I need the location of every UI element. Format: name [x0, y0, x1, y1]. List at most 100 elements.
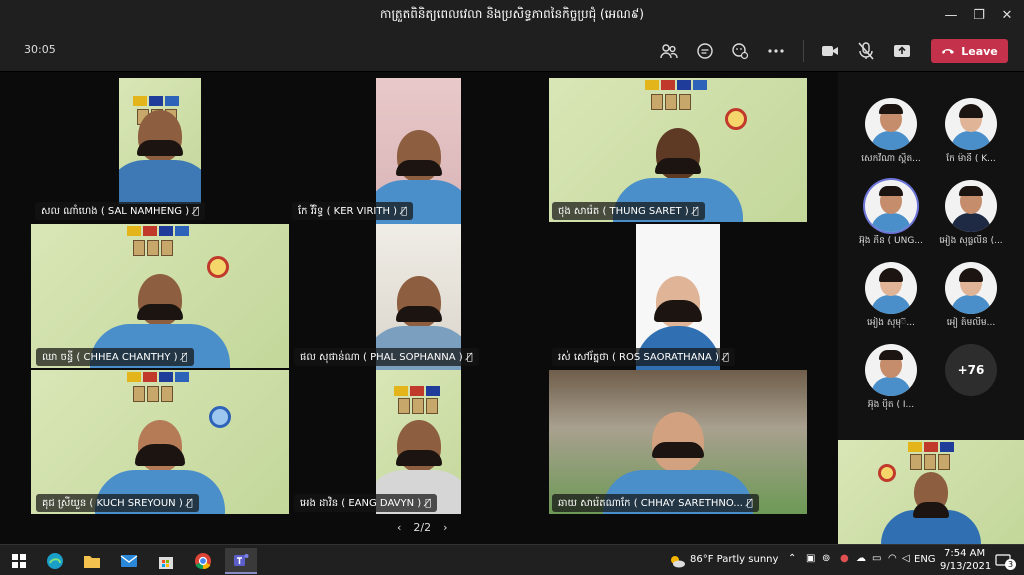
clock-date[interactable]: 9/13/2021 — [940, 561, 991, 572]
window-titlebar: កាត្រួតពិនិត្យពេលវេលា និងប្រសិទ្ធភាពនៃកិ… — [0, 0, 1024, 30]
flags-backdrop — [127, 372, 189, 382]
mic-muted-tray-icon[interactable]: ● — [840, 553, 849, 564]
emblem-seal — [209, 406, 231, 428]
chrome-icon[interactable] — [190, 548, 216, 574]
flags-backdrop — [133, 96, 179, 106]
notification-count-badge: 3 — [1005, 559, 1016, 570]
mic-off-icon: 🎙̸ — [466, 351, 473, 363]
flags-backdrop — [394, 386, 440, 396]
portraits-backdrop — [133, 240, 173, 256]
attendee-item[interactable]: អ៊ុង ប៉ិត ( I... — [854, 344, 928, 412]
mic-off-icon: 🎙̸ — [722, 351, 729, 363]
attendee-item[interactable]: កែ ម៉ានី ( K... — [934, 98, 1008, 166]
participant-name: ឈា ចន្ធី ( CHHEA CHANTHY ) — [42, 351, 178, 363]
toolbar-divider — [803, 40, 804, 62]
portraits-backdrop — [133, 386, 173, 402]
mic-off-icon: 🎙̸ — [401, 205, 408, 217]
portraits-backdrop — [398, 398, 438, 414]
attendee-item[interactable]: អ៊ុង ភីន ( UNG... — [854, 180, 928, 248]
participant-nameplate: សល ណាំហេង ( SAL NAMHENG ) 🎙̸ — [35, 202, 206, 220]
attendee-item[interactable]: អៀង សុមុ៊... — [854, 262, 928, 330]
participant-video — [881, 472, 981, 544]
more-attendees-count: +76 — [945, 344, 997, 396]
participant-nameplate: ថុង សារ៉េត ( THUNG SARET ) 🎙̸ — [552, 202, 705, 220]
emblem-seal — [878, 464, 896, 482]
video-tile[interactable] — [376, 370, 461, 514]
mic-off-icon: 🎙̸ — [692, 205, 699, 217]
mic-off-icon: 🎙̸ — [746, 497, 753, 509]
pager-page-indicator: 2/2 — [413, 521, 432, 534]
avatar — [865, 180, 917, 232]
participant-name: សល ណាំហេង ( SAL NAMHENG ) — [41, 205, 190, 217]
reactions-icon[interactable] — [727, 38, 753, 64]
meet-now-icon[interactable]: ▣ — [806, 553, 815, 564]
video-tile[interactable] — [549, 370, 807, 514]
emblem-seal — [207, 256, 229, 278]
avatar — [865, 98, 917, 150]
portraits-backdrop — [651, 94, 691, 110]
attendee-name: អ៊ុង ភីន ( UNG... — [859, 236, 923, 246]
wifi-icon[interactable]: ◠ — [888, 553, 897, 564]
weather-label[interactable]: 86°F Partly sunny — [690, 554, 778, 565]
participant-name: ផល សុផាន់ណា ( PHAL SOPHANNA ) — [300, 351, 463, 363]
self-view-video[interactable] — [838, 440, 1024, 544]
phone-hangup-icon — [942, 49, 955, 54]
video-tile[interactable] — [31, 224, 289, 368]
chat-icon[interactable] — [692, 38, 718, 64]
leave-label: Leave — [961, 44, 998, 58]
flags-backdrop — [908, 442, 954, 452]
attendee-item[interactable]: សេកវីណា ស្តិត... — [854, 98, 928, 166]
attendee-item[interactable]: អៀ ត៍មលីម... — [934, 262, 1008, 330]
participant-nameplate: ផល សុផាន់ណា ( PHAL SOPHANNA ) 🎙̸ — [294, 348, 479, 366]
video-tile[interactable] — [119, 78, 201, 204]
participant-name: កែ វីរិទ្ធ ( KER VIRITH ) — [298, 205, 398, 217]
more-attendees-button[interactable]: +76 — [934, 344, 1008, 396]
avatar — [945, 262, 997, 314]
meeting-toolbar: 30:05 Leave — [0, 30, 1024, 72]
leave-button[interactable]: Leave — [931, 39, 1008, 63]
mic-off-icon: 🎙̸ — [186, 497, 193, 509]
flags-backdrop — [645, 80, 707, 90]
clock-time[interactable]: 7:54 AM — [944, 548, 985, 559]
video-tile[interactable] — [549, 78, 807, 222]
meeting-timer: 30:05 — [24, 43, 56, 56]
weather-icon[interactable] — [664, 548, 690, 574]
participant-name: ថុង សារ៉េត ( THUNG SARET ) — [558, 205, 689, 217]
mic-off-icon[interactable] — [853, 38, 879, 64]
participant-name: ឆាយ សារ៉េតណាកែ ( CHHAY SARETHNO... — [558, 497, 743, 509]
participant-nameplate: ឆាយ សារ៉េតណាកែ ( CHHAY SARETHNO... 🎙̸ — [552, 494, 759, 512]
windows-taskbar: 86°F Partly sunny ⌃ ▣ ⊚ ● ☁ ▭ ◠ ◁ ENG 7:… — [0, 544, 1024, 575]
participant-name: គុជ ស្រីយួន ( KUCH SREYOUN ) — [42, 497, 183, 509]
close-window-button[interactable]: ✕ — [990, 0, 1024, 30]
store-icon[interactable] — [153, 548, 179, 574]
participant-nameplate: កែ វីរិទ្ធ ( KER VIRITH ) 🎙̸ — [292, 202, 414, 220]
volume-icon[interactable]: ◁ — [902, 553, 910, 564]
more-options-icon[interactable] — [763, 38, 789, 64]
attendee-name: អៀ ត៍មលីម... — [946, 318, 996, 328]
battery-icon[interactable]: ▭ — [872, 553, 881, 564]
chevron-up-icon[interactable]: ⌃ — [788, 553, 796, 564]
location-icon[interactable]: ⊚ — [822, 553, 830, 564]
camera-icon[interactable] — [817, 38, 843, 64]
file-explorer-icon[interactable] — [79, 548, 105, 574]
edge-browser-icon[interactable] — [42, 548, 68, 574]
input-language[interactable]: ENG — [914, 554, 936, 565]
share-screen-icon[interactable] — [889, 38, 915, 64]
participant-video — [119, 110, 201, 204]
pager-next-button[interactable]: › — [443, 521, 447, 534]
mic-off-icon: 🎙̸ — [425, 497, 432, 509]
onedrive-icon[interactable]: ☁ — [856, 553, 866, 564]
gallery-pager: ‹ 2/2 › — [397, 521, 448, 534]
attendee-name: កែ ម៉ានី ( K... — [946, 154, 996, 164]
portraits-backdrop — [910, 454, 950, 470]
attendee-item[interactable]: អៀង សុធ្លលីន (... — [934, 180, 1008, 248]
participant-nameplate: ឈា ចន្ធី ( CHHEA CHANTHY ) 🎙̸ — [36, 348, 194, 366]
teams-icon[interactable] — [225, 548, 257, 574]
mail-icon[interactable] — [116, 548, 142, 574]
pager-prev-button[interactable]: ‹ — [397, 521, 401, 534]
participant-name: អេង ដាវិន ( EANG DAVYN ) — [300, 497, 422, 509]
start-button[interactable] — [6, 548, 32, 574]
avatar — [865, 262, 917, 314]
video-tile[interactable] — [31, 370, 289, 514]
people-icon[interactable] — [656, 38, 682, 64]
